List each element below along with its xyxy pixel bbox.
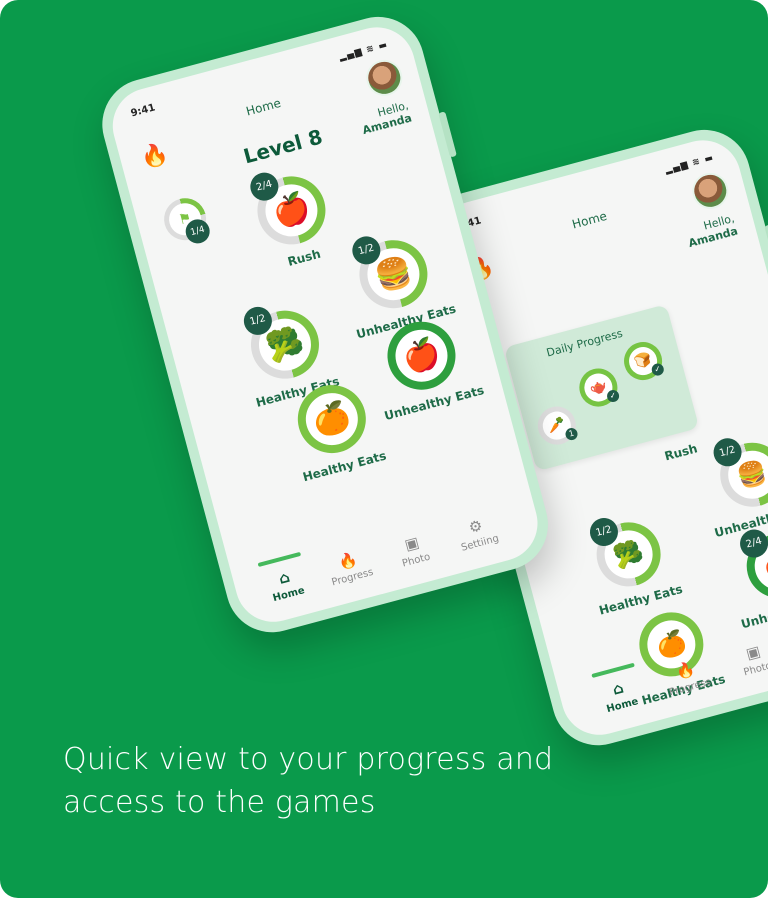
nav-progress[interactable]: 🔥 Progress <box>654 654 720 700</box>
game-label: Unhealthy Eats <box>739 591 768 632</box>
nav-settings[interactable]: ⚙ Settiing <box>444 510 510 556</box>
promo-caption: Quick view to your progress and access t… <box>63 742 554 820</box>
level-title: Level 8 <box>240 124 325 169</box>
nav-home[interactable]: ⌂ Home <box>253 561 319 607</box>
progress-ring: 🥦 1/2 <box>586 514 668 594</box>
game-label: Unhealthy Eats <box>382 382 486 424</box>
main-screen: 9:41 ▂▄▆ ≋ ▬ Home Hello, Amanda 🔥 Level … <box>104 18 547 631</box>
check-icon: ✓ <box>650 362 666 377</box>
avatar[interactable] <box>362 55 407 100</box>
side-button <box>438 111 457 158</box>
daily-progress-ring[interactable]: 🍞 ✓ <box>619 337 667 385</box>
greeting: Hello, Amanda <box>358 99 413 137</box>
nav-home[interactable]: ⌂ Home <box>587 672 653 718</box>
nav-progress[interactable]: 🔥 Progress <box>317 544 383 590</box>
progress-ring: 🍔 1/2 <box>710 435 768 514</box>
popup-title: Daily Progress <box>545 326 625 360</box>
greeting: Hello, Amanda <box>684 212 739 250</box>
bottom-nav: ⌂ Home 🔥 Progress ▣ Photo ⚙ Settiing <box>231 490 543 619</box>
flame-logo-icon[interactable]: 🔥 <box>138 141 171 173</box>
game-label: Healthy Eats <box>301 448 388 485</box>
check-icon: ✓ <box>605 388 621 404</box>
nav-photo[interactable]: ▣ Photo <box>380 527 446 573</box>
progress-ring: 🍎 2/4 <box>247 168 334 253</box>
orange-icon: 🍊 <box>299 387 364 451</box>
progress-ring: 🍔 1/2 <box>349 232 436 316</box>
page-title: Home <box>570 208 609 232</box>
count-badge: 1 <box>564 426 579 442</box>
promo-card: 9:41 ▂▄▆ ≋ ▬ Home Hello, Amanda 🔥 Daily … <box>0 0 768 898</box>
progress-ring: 🍎 2/4 <box>736 526 768 606</box>
apple-check-icon: 🍎 <box>389 323 454 388</box>
side-progress[interactable]: ⚑ 1/4 <box>156 192 215 247</box>
daily-progress-ring[interactable]: 🫖 ✓ <box>575 364 622 411</box>
progress-ring: ⚑ 1/4 <box>159 193 213 247</box>
game-item[interactable]: 🥦 1/2 Healthy Eats <box>567 509 696 621</box>
nav-photo[interactable]: ▣ Photo <box>722 636 768 682</box>
status-time: 9:41 <box>129 102 157 120</box>
daily-progress-ring[interactable]: 🥕 1 <box>533 402 581 449</box>
avatar[interactable] <box>688 168 733 213</box>
phone-main: 9:41 ▂▄▆ ≋ ▬ Home Hello, Amanda 🔥 Level … <box>92 6 559 643</box>
progress-ring: 🥦 1/2 <box>240 303 327 387</box>
page-title: Home <box>244 95 283 119</box>
